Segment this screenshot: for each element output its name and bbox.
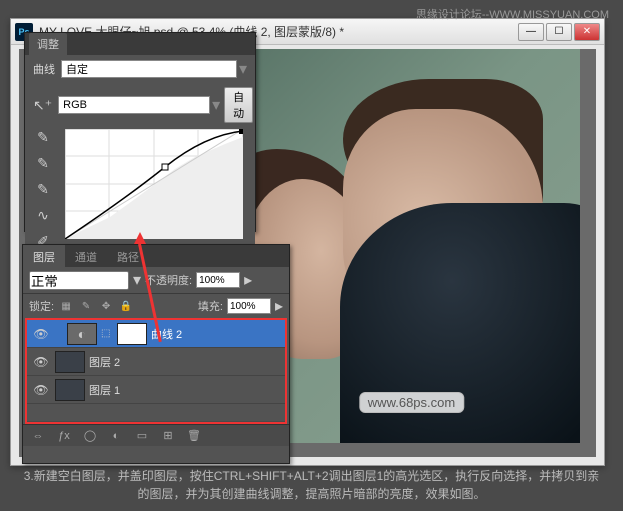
lock-all-icon[interactable]: 🔒 <box>118 298 134 314</box>
adjustment-layer-icon[interactable]: ◐ <box>107 430 125 442</box>
layer-list: 👁 ◐ ⬚ 曲线 2 👁 图层 2 👁 图层 1 <box>25 318 287 424</box>
eyedropper-white-icon[interactable]: ✎ <box>31 179 55 199</box>
fill-label: 填充: <box>198 298 223 314</box>
opacity-input[interactable] <box>196 272 240 288</box>
layer-name[interactable]: 图层 2 <box>89 354 120 370</box>
mask-icon[interactable]: ◯ <box>81 429 99 442</box>
maximize-button[interactable]: ☐ <box>546 23 572 41</box>
adjustments-panel: 调整 曲线 ▾ ↖⁺ ▾ 自动 ✎ ✎ ✎ ∿ ✐ <box>24 32 256 232</box>
lock-position-icon[interactable]: ✥ <box>98 298 114 314</box>
lock-transparent-icon[interactable]: ▦ <box>58 298 74 314</box>
blend-mode-select[interactable] <box>29 271 129 290</box>
channel-select[interactable] <box>58 96 210 114</box>
dropdown-icon[interactable]: ▾ <box>212 95 220 115</box>
link-layers-icon[interactable]: ⇔ <box>29 430 47 442</box>
visibility-icon[interactable]: 👁 <box>31 327 51 341</box>
visibility-icon[interactable]: 👁 <box>31 383 51 397</box>
layer-thumb[interactable] <box>55 351 85 373</box>
lock-label: 锁定: <box>29 298 54 314</box>
tutorial-caption: 3.新建空白图层，并盖印图层，按住CTRL+SHIFT+ALT+2调出图层1的高… <box>0 463 623 507</box>
target-adjust-icon[interactable]: ↖⁺ <box>33 95 52 115</box>
url-watermark: www.68ps.com <box>359 392 464 413</box>
dropdown-icon[interactable]: ▾ <box>239 59 247 79</box>
minimize-button[interactable]: — <box>518 23 544 41</box>
dropdown-icon[interactable]: ▸ <box>244 270 252 290</box>
lock-pixels-icon[interactable]: ✎ <box>78 298 94 314</box>
layer-row[interactable]: 👁 图层 1 <box>27 376 285 404</box>
auto-button[interactable]: 自动 <box>224 87 253 123</box>
trash-icon[interactable]: 🗑 <box>185 429 203 442</box>
layers-footer: ⇔ ƒx ◯ ◐ ▭ ⊞ 🗑 <box>23 424 289 446</box>
curve-point-icon[interactable]: ∿ <box>31 205 55 225</box>
document-canvas[interactable]: www.68ps.com <box>243 49 580 443</box>
fx-icon[interactable]: ƒx <box>55 430 73 442</box>
layer-row[interactable]: 👁 图层 2 <box>27 348 285 376</box>
mask-thumb[interactable] <box>117 323 147 345</box>
eyedropper-black-icon[interactable]: ✎ <box>31 127 55 147</box>
site-watermark: 思缘设计论坛--WWW.MISSYUAN.COM <box>416 6 609 22</box>
photo-content: www.68ps.com <box>243 49 580 443</box>
layer-row[interactable] <box>27 404 285 422</box>
visibility-icon[interactable]: 👁 <box>31 355 51 369</box>
curves-preset-select[interactable] <box>61 60 237 78</box>
eyedropper-gray-icon[interactable]: ✎ <box>31 153 55 173</box>
tab-layers[interactable]: 图层 <box>23 245 65 267</box>
layer-name[interactable]: 图层 1 <box>89 382 120 398</box>
dropdown-icon[interactable]: ▸ <box>275 296 283 316</box>
layers-panel: 图层 通道 路径 ▾ 不透明度: ▸ 锁定: ▦ ✎ ✥ 🔒 填充: ▸ 👁 ◐… <box>22 244 290 464</box>
curves-svg <box>65 129 243 239</box>
tab-channels[interactable]: 通道 <box>65 245 107 267</box>
mask-link-icon[interactable]: ⬚ <box>101 328 113 339</box>
dropdown-icon[interactable]: ▾ <box>133 270 141 290</box>
annotation-arrow-icon <box>134 232 146 244</box>
adjustments-tab[interactable]: 调整 <box>29 33 67 55</box>
curves-graph[interactable] <box>65 129 243 239</box>
new-layer-icon[interactable]: ⊞ <box>159 429 177 442</box>
close-button[interactable]: ✕ <box>574 23 600 41</box>
layer-thumb[interactable] <box>55 379 85 401</box>
group-icon[interactable]: ▭ <box>133 429 151 442</box>
adjustment-thumb[interactable]: ◐ <box>67 323 97 345</box>
curves-type-label: 曲线 <box>33 61 55 77</box>
fill-input[interactable] <box>227 298 271 314</box>
opacity-label: 不透明度: <box>145 272 192 288</box>
